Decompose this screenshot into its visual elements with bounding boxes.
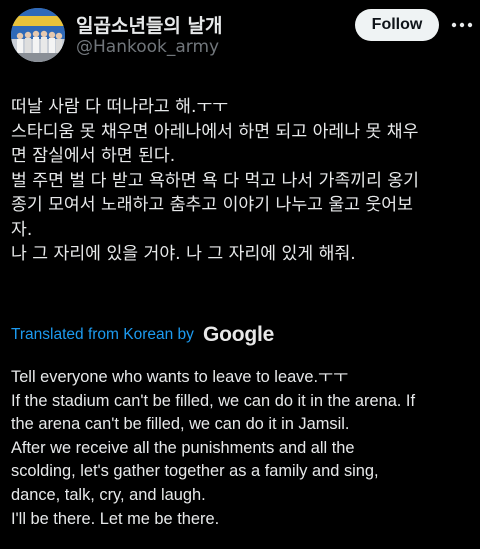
translated-from-label[interactable]: Translated from Korean by	[11, 326, 194, 343]
translated-text-line: After we receive all the punishments and…	[11, 438, 355, 457]
translated-text-line: I'll be there. Let me be there.	[11, 509, 220, 528]
profile-photo-group-icon	[11, 8, 65, 62]
translated-text-line: the arena can't be filled, we can do it …	[11, 415, 350, 434]
tweet-text-line: 면 잠실에서 하면 된다.	[11, 146, 176, 166]
translated-text-line: Tell everyone who wants to leave to leav…	[11, 368, 349, 386]
author-display-name[interactable]: 일곱소년들의 날개	[76, 11, 222, 38]
translated-text-line: dance, talk, cry, and laugh.	[11, 485, 206, 504]
translation-attribution[interactable]: Translated from Korean by Google	[11, 323, 274, 351]
tweet-text: 떠날 사람 다 떠나라고 해.ㅜㅜ 스타디움 못 채우면 아레나에서 하면 되고…	[11, 95, 473, 267]
tweet-text-line: 스타디움 못 채우면 아레나에서 하면 되고 아레나 못 채우	[11, 121, 419, 142]
translated-text-line: If the stadium can't be filled, we can d…	[11, 391, 416, 410]
tweet-text-line: 나 그 자리에 있을 거야. 나 그 자리에 있게 해줘.	[11, 244, 356, 264]
tweet-text-line: 떠날 사람 다 떠나라고 해.ㅜㅜ	[11, 97, 229, 117]
google-logo: Google	[203, 323, 275, 346]
author-handle[interactable]: @Hankook_army	[76, 37, 219, 57]
translated-text-line: scolding, let's gather together as a fam…	[11, 462, 379, 481]
tweet-text-line: 자.	[11, 219, 33, 240]
tweet-header: 일곱소년들의 날개 @Hankook_army Follow	[0, 0, 480, 70]
tweet-text-line: 종기 모여서 노래하고 춤추고 이야기 나누고 울고 웃어보	[11, 195, 413, 215]
author-avatar[interactable]	[11, 8, 65, 62]
more-options-button[interactable]	[449, 12, 475, 38]
tweet-text-line: 벌 주면 벌 다 받고 욕하면 욕 다 먹고 나서 가족끼리 옹기	[11, 170, 419, 191]
follow-button[interactable]: Follow	[355, 9, 439, 41]
more-horizontal-icon	[451, 22, 473, 28]
translated-text: Tell everyone who wants to leave to leav…	[11, 366, 473, 531]
